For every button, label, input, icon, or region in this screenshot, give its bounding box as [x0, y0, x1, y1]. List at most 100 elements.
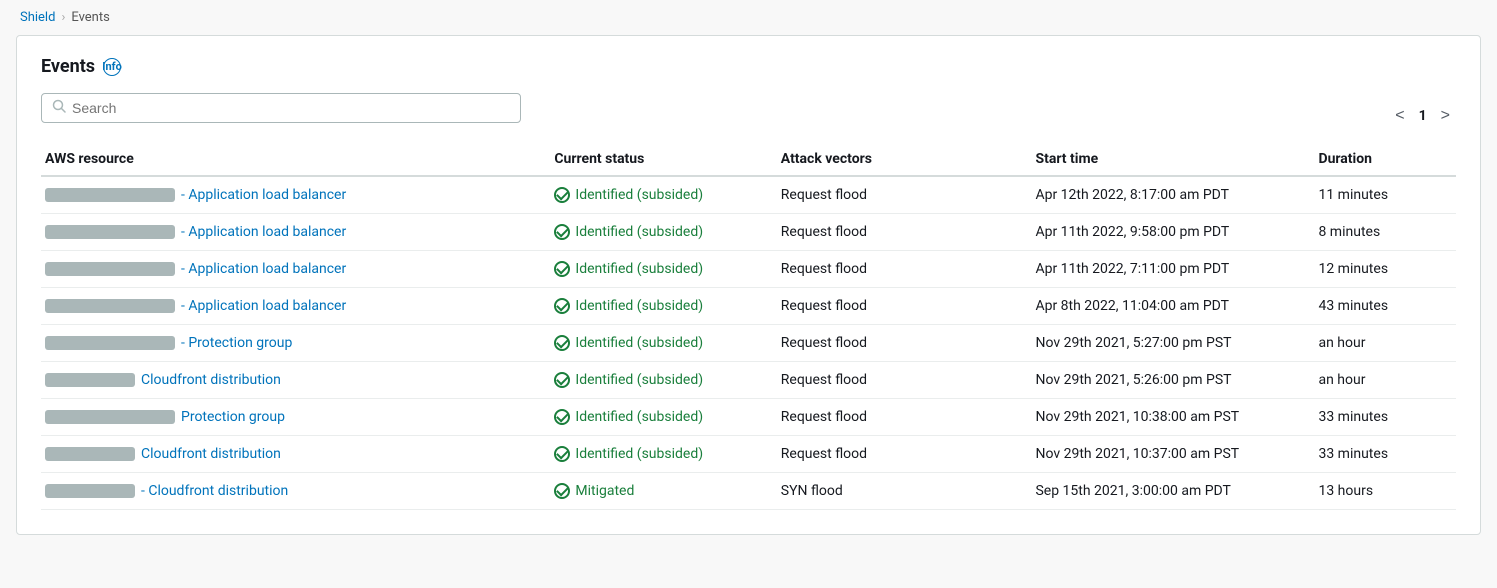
resource-link-6[interactable]: Protection group [181, 409, 285, 425]
status-badge: Identified (subsided) [575, 372, 703, 388]
status-badge: Identified (subsided) [575, 409, 703, 425]
vectors-cell-3: Request flood [777, 288, 1032, 325]
resource-id-placeholder [45, 336, 175, 350]
status-icon [554, 409, 570, 425]
start-cell-3: Apr 8th 2022, 11:04:00 am PDT [1031, 288, 1314, 325]
duration-cell-6: 33 minutes [1314, 399, 1456, 436]
breadcrumb-separator: › [61, 10, 65, 25]
status-cell-1: Identified (subsided) [550, 214, 776, 251]
duration-cell-4: an hour [1314, 325, 1456, 362]
duration-cell-5: an hour [1314, 362, 1456, 399]
status-badge: Identified (subsided) [575, 224, 703, 240]
status-cell-3: Identified (subsided) [550, 288, 776, 325]
status-badge: Identified (subsided) [575, 298, 703, 314]
status-icon [554, 187, 570, 203]
status-badge: Mitigated [575, 483, 634, 499]
status-badge: Identified (subsided) [575, 335, 703, 351]
pagination: < 1 > [1389, 105, 1456, 127]
vectors-cell-0: Request flood [777, 176, 1032, 214]
status-icon [554, 446, 570, 462]
status-icon [554, 335, 570, 351]
table-row: - Application load balancer Identified (s… [41, 288, 1456, 325]
events-panel: Events Info < 1 > AWS resource Current s… [16, 35, 1481, 535]
duration-cell-0: 11 minutes [1314, 176, 1456, 214]
duration-cell-8: 13 hours [1314, 473, 1456, 510]
vectors-cell-4: Request flood [777, 325, 1032, 362]
vectors-cell-8: SYN flood [777, 473, 1032, 510]
table-row: - Application load balancer Identified (s… [41, 251, 1456, 288]
status-badge: Identified (subsided) [575, 446, 703, 462]
start-cell-2: Apr 11th 2022, 7:11:00 pm PDT [1031, 251, 1314, 288]
duration-cell-3: 43 minutes [1314, 288, 1456, 325]
status-cell-8: Mitigated [550, 473, 776, 510]
col-header-vectors: Attack vectors [777, 143, 1032, 176]
pagination-next-button[interactable]: > [1435, 105, 1456, 127]
start-cell-8: Sep 15th 2021, 3:00:00 am PDT [1031, 473, 1314, 510]
col-header-resource: AWS resource [41, 143, 550, 176]
resource-cell-5: Cloudfront distribution [41, 362, 550, 399]
start-cell-4: Nov 29th 2021, 5:27:00 pm PST [1031, 325, 1314, 362]
table-row: Cloudfront distribution Identified (subsi… [41, 362, 1456, 399]
resource-cell-1: - Application load balancer [41, 214, 550, 251]
panel-title: Events [41, 56, 95, 77]
table-row: Protection groupIdentified (subsided)Req… [41, 399, 1456, 436]
resource-link-4[interactable]: - Protection group [181, 335, 292, 351]
pagination-prev-button[interactable]: < [1389, 105, 1410, 127]
status-cell-6: Identified (subsided) [550, 399, 776, 436]
breadcrumb-shield-link[interactable]: Shield [20, 10, 55, 25]
resource-link-3[interactable]: - Application load balancer [181, 298, 346, 314]
col-header-start: Start time [1031, 143, 1314, 176]
breadcrumb: Shield › Events [0, 0, 1497, 35]
resource-id-placeholder [45, 373, 135, 387]
resource-id-placeholder [45, 262, 175, 276]
duration-cell-7: 33 minutes [1314, 436, 1456, 473]
status-icon [554, 483, 570, 499]
resource-id-placeholder [45, 410, 175, 424]
resource-cell-0: - Application load balancer [41, 176, 550, 214]
search-input[interactable] [72, 100, 510, 116]
status-badge: Identified (subsided) [575, 261, 703, 277]
table-row: Cloudfront distribution Identified (subsi… [41, 436, 1456, 473]
start-cell-0: Apr 12th 2022, 8:17:00 am PDT [1031, 176, 1314, 214]
resource-link-0[interactable]: - Application load balancer [181, 187, 346, 203]
events-table: AWS resource Current status Attack vecto… [41, 143, 1456, 510]
status-badge: Identified (subsided) [575, 187, 703, 203]
resource-cell-8: - Cloudfront distribution [41, 473, 550, 510]
table-row: - Cloudfront distribution Mitigated SYN fl… [41, 473, 1456, 510]
search-icon [52, 99, 66, 117]
top-bar: < 1 > [41, 93, 1456, 139]
vectors-cell-1: Request flood [777, 214, 1032, 251]
status-cell-0: Identified (subsided) [550, 176, 776, 214]
status-icon [554, 372, 570, 388]
resource-link-8[interactable]: - Cloudfront distribution [141, 483, 288, 499]
resource-id-placeholder [45, 299, 175, 313]
vectors-cell-7: Request flood [777, 436, 1032, 473]
start-cell-6: Nov 29th 2021, 10:38:00 am PST [1031, 399, 1314, 436]
status-icon [554, 298, 570, 314]
start-cell-7: Nov 29th 2021, 10:37:00 am PST [1031, 436, 1314, 473]
breadcrumb-events: Events [71, 10, 109, 25]
resource-cell-7: Cloudfront distribution [41, 436, 550, 473]
table-row: - Protection group Identified (subsided) R… [41, 325, 1456, 362]
table-row: - Application load balancer Identified (s… [41, 214, 1456, 251]
vectors-cell-2: Request flood [777, 251, 1032, 288]
resource-id-placeholder [45, 188, 175, 202]
resource-link-5[interactable]: Cloudfront distribution [141, 372, 281, 388]
resource-link-2[interactable]: - Application load balancer [181, 261, 346, 277]
resource-id-placeholder [45, 484, 135, 498]
resource-id-placeholder [45, 225, 175, 239]
status-cell-5: Identified (subsided) [550, 362, 776, 399]
status-cell-2: Identified (subsided) [550, 251, 776, 288]
resource-cell-3: - Application load balancer [41, 288, 550, 325]
panel-header: Events Info [41, 56, 1456, 77]
resource-link-7[interactable]: Cloudfront distribution [141, 446, 281, 462]
info-badge[interactable]: Info [103, 58, 121, 76]
resource-cell-4: - Protection group [41, 325, 550, 362]
resource-id-placeholder [45, 447, 135, 461]
start-cell-5: Nov 29th 2021, 5:26:00 pm PST [1031, 362, 1314, 399]
resource-cell-6: Protection group [41, 399, 550, 436]
resource-link-1[interactable]: - Application load balancer [181, 224, 346, 240]
start-cell-1: Apr 11th 2022, 9:58:00 pm PDT [1031, 214, 1314, 251]
resource-cell-2: - Application load balancer [41, 251, 550, 288]
table-row: - Application load balancer Identified (s… [41, 176, 1456, 214]
